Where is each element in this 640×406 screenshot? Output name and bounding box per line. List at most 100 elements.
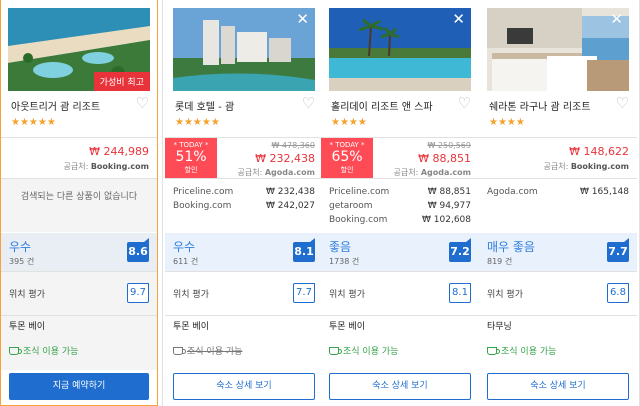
review-score[interactable]: 매우 좋음 819 건 7.7 xyxy=(479,233,637,271)
today-label: * TODAY * xyxy=(173,141,209,149)
hotel-info: 투몬 베이 조식 이용 가능 xyxy=(1,316,157,370)
discount-badge: * TODAY * 51% 할인 xyxy=(165,138,217,178)
location-rating: 위치 평가 8.1 xyxy=(321,272,479,315)
price: ₩ 88,851 xyxy=(418,152,471,165)
supplier-label: 공급처: xyxy=(63,162,89,171)
location-label: 위치 평가 xyxy=(9,290,45,300)
original-price: ₩ 250,569 xyxy=(427,141,471,150)
location-label: 위치 평가 xyxy=(487,290,523,300)
discount-label: 할인 xyxy=(184,166,198,174)
breakfast-label: 조식 이용 가능 xyxy=(187,347,243,357)
supplier-name: Booking.com xyxy=(570,162,629,171)
hotel-name[interactable]: 아웃트리거 괌 리조트 xyxy=(11,98,100,113)
rating-word: 우수 xyxy=(9,240,32,254)
hotel-name[interactable]: 쉐라톤 라구나 괌 리조트 xyxy=(489,98,591,113)
offer-price: ₩ 242,027 xyxy=(266,201,315,211)
star-rating: ★★★★ xyxy=(331,117,367,128)
hotel-photo[interactable]: ✕ xyxy=(173,8,315,91)
heart-icon[interactable]: ♡ xyxy=(302,94,315,112)
offer-site: Priceline.com xyxy=(329,187,390,197)
view-details-button[interactable]: 숙소 상세 보기 xyxy=(329,373,471,400)
score-badge: 7.2 xyxy=(449,238,471,262)
supplier-label: 공급처: xyxy=(393,168,419,177)
supplier-name: Agoda.com xyxy=(420,168,471,177)
offer-row[interactable]: Priceline.com ₩ 232,438 xyxy=(173,187,315,200)
offer-site: getaroom xyxy=(329,201,373,211)
book-now-button[interactable]: 지금 예약하기 xyxy=(9,373,149,400)
original-price: ₩ 478,360 xyxy=(271,141,315,150)
offer-row[interactable]: getaroom ₩ 94,977 xyxy=(329,201,471,214)
offer-row[interactable]: Agoda.com ₩ 165,148 xyxy=(487,187,629,200)
area-name: 투몬 베이 xyxy=(329,322,365,332)
star-rating: ★★★★★ xyxy=(175,117,220,128)
heart-icon[interactable]: ♡ xyxy=(616,94,629,112)
heart-icon[interactable]: ♡ xyxy=(136,94,149,112)
rating-word: 우수 xyxy=(173,240,196,254)
column-divider xyxy=(162,0,163,406)
review-score[interactable]: 좋음 1738 건 7.2 xyxy=(321,233,479,271)
close-icon[interactable]: ✕ xyxy=(452,10,465,28)
area-name: 투몬 베이 xyxy=(9,322,45,332)
discount-percent: 65% xyxy=(331,149,363,165)
rating-word: 좋음 xyxy=(329,240,352,254)
breakfast-label: 조식 이용 가능 xyxy=(23,347,79,357)
review-count: 819 건 xyxy=(487,257,513,266)
score-badge: 8.6 xyxy=(127,238,149,262)
hotel-photo[interactable]: ✕ xyxy=(487,8,629,91)
discount-badge: * TODAY * 65% 할인 xyxy=(321,138,373,178)
hotel-info: 타무닝 조식 이용 가능 xyxy=(479,316,637,370)
price: ₩ 232,438 xyxy=(255,152,315,165)
offer-row[interactable]: Booking.com ₩ 102,608 xyxy=(329,215,471,228)
supplier-name: Agoda.com xyxy=(264,168,315,177)
other-offers: 검색되는 다른 상품이 없습니다 xyxy=(1,179,157,232)
offer-price: ₩ 94,977 xyxy=(427,201,471,211)
star-rating: ★★★★ xyxy=(489,117,525,128)
supplier-label: 공급처: xyxy=(543,162,569,171)
hotel-name[interactable]: 홀리데이 리조트 앤 스파 xyxy=(331,98,433,113)
hotel-card-outrigger: 가성비 최고 아웃트리거 괌 리조트 ♡ ★★★★★ ₩ 244,989 공급처… xyxy=(0,0,158,406)
supplier-label: 공급처: xyxy=(237,168,263,177)
breakfast-label: 조식 이용 가능 xyxy=(343,347,399,357)
review-count: 1738 건 xyxy=(329,257,360,266)
price-block[interactable]: * TODAY * 65% 할인 ₩ 250,569 ₩ 88,851 공급처:… xyxy=(321,138,479,178)
location-rating: 위치 평가 7.7 xyxy=(165,272,323,315)
review-score[interactable]: 우수 611 건 8.1 xyxy=(165,233,323,271)
coffee-cup-icon xyxy=(173,347,186,355)
other-offers: Agoda.com ₩ 165,148 xyxy=(479,179,637,232)
breakfast-unavailable: 조식 이용 가능 xyxy=(173,344,242,357)
breakfast-label: 조식 이용 가능 xyxy=(501,347,557,357)
heart-icon[interactable]: ♡ xyxy=(458,94,471,112)
offer-row[interactable]: Booking.com ₩ 242,027 xyxy=(173,201,315,214)
hotel-name[interactable]: 롯데 호텔 - 괌 xyxy=(175,98,234,113)
hotel-photo[interactable]: ✕ xyxy=(329,8,471,91)
price-block[interactable]: * TODAY * 51% 할인 ₩ 478,360 ₩ 232,438 공급처… xyxy=(165,138,323,178)
view-details-button[interactable]: 숙소 상세 보기 xyxy=(173,373,315,400)
breakfast-available: 조식 이용 가능 xyxy=(9,344,78,357)
offer-site: Agoda.com xyxy=(487,187,538,197)
offer-price: ₩ 165,148 xyxy=(580,187,629,197)
supplier: 공급처: Booking.com xyxy=(543,161,629,172)
review-count: 611 건 xyxy=(173,257,199,266)
price-block[interactable]: ₩ 244,989 공급처: Booking.com xyxy=(1,138,157,178)
review-score[interactable]: 우수 395 건 8.6 xyxy=(1,233,157,271)
price-block[interactable]: ₩ 148,622 공급처: Booking.com xyxy=(479,138,637,178)
close-icon[interactable]: ✕ xyxy=(296,10,309,28)
hotel-card-sheraton: ✕ 쉐라톤 라구나 괌 리조트 ♡ ★★★★ ₩ 148,622 공급처: Bo… xyxy=(479,0,637,406)
best-value-badge: 가성비 최고 xyxy=(93,72,150,91)
offer-row[interactable]: Priceline.com ₩ 88,851 xyxy=(329,187,471,200)
offer-site: Booking.com xyxy=(173,201,232,211)
supplier: 공급처: Agoda.com xyxy=(394,167,471,178)
other-offers: Priceline.com ₩ 88,851 getaroom ₩ 94,977 B… xyxy=(321,179,479,232)
score-badge: 7.7 xyxy=(607,238,629,262)
price: ₩ 148,622 xyxy=(569,145,629,158)
breakfast-available: 조식 이용 가능 xyxy=(487,344,556,357)
review-count: 395 건 xyxy=(9,257,35,266)
close-icon[interactable]: ✕ xyxy=(610,10,623,28)
view-details-button[interactable]: 숙소 상세 보기 xyxy=(487,373,629,400)
supplier: 공급처: Agoda.com xyxy=(238,167,315,178)
supplier: 공급처: Booking.com xyxy=(63,161,149,172)
hotel-photo[interactable]: 가성비 최고 xyxy=(8,8,150,91)
coffee-cup-icon xyxy=(487,347,500,355)
offer-price: ₩ 88,851 xyxy=(427,187,471,197)
location-label: 위치 평가 xyxy=(329,290,365,300)
